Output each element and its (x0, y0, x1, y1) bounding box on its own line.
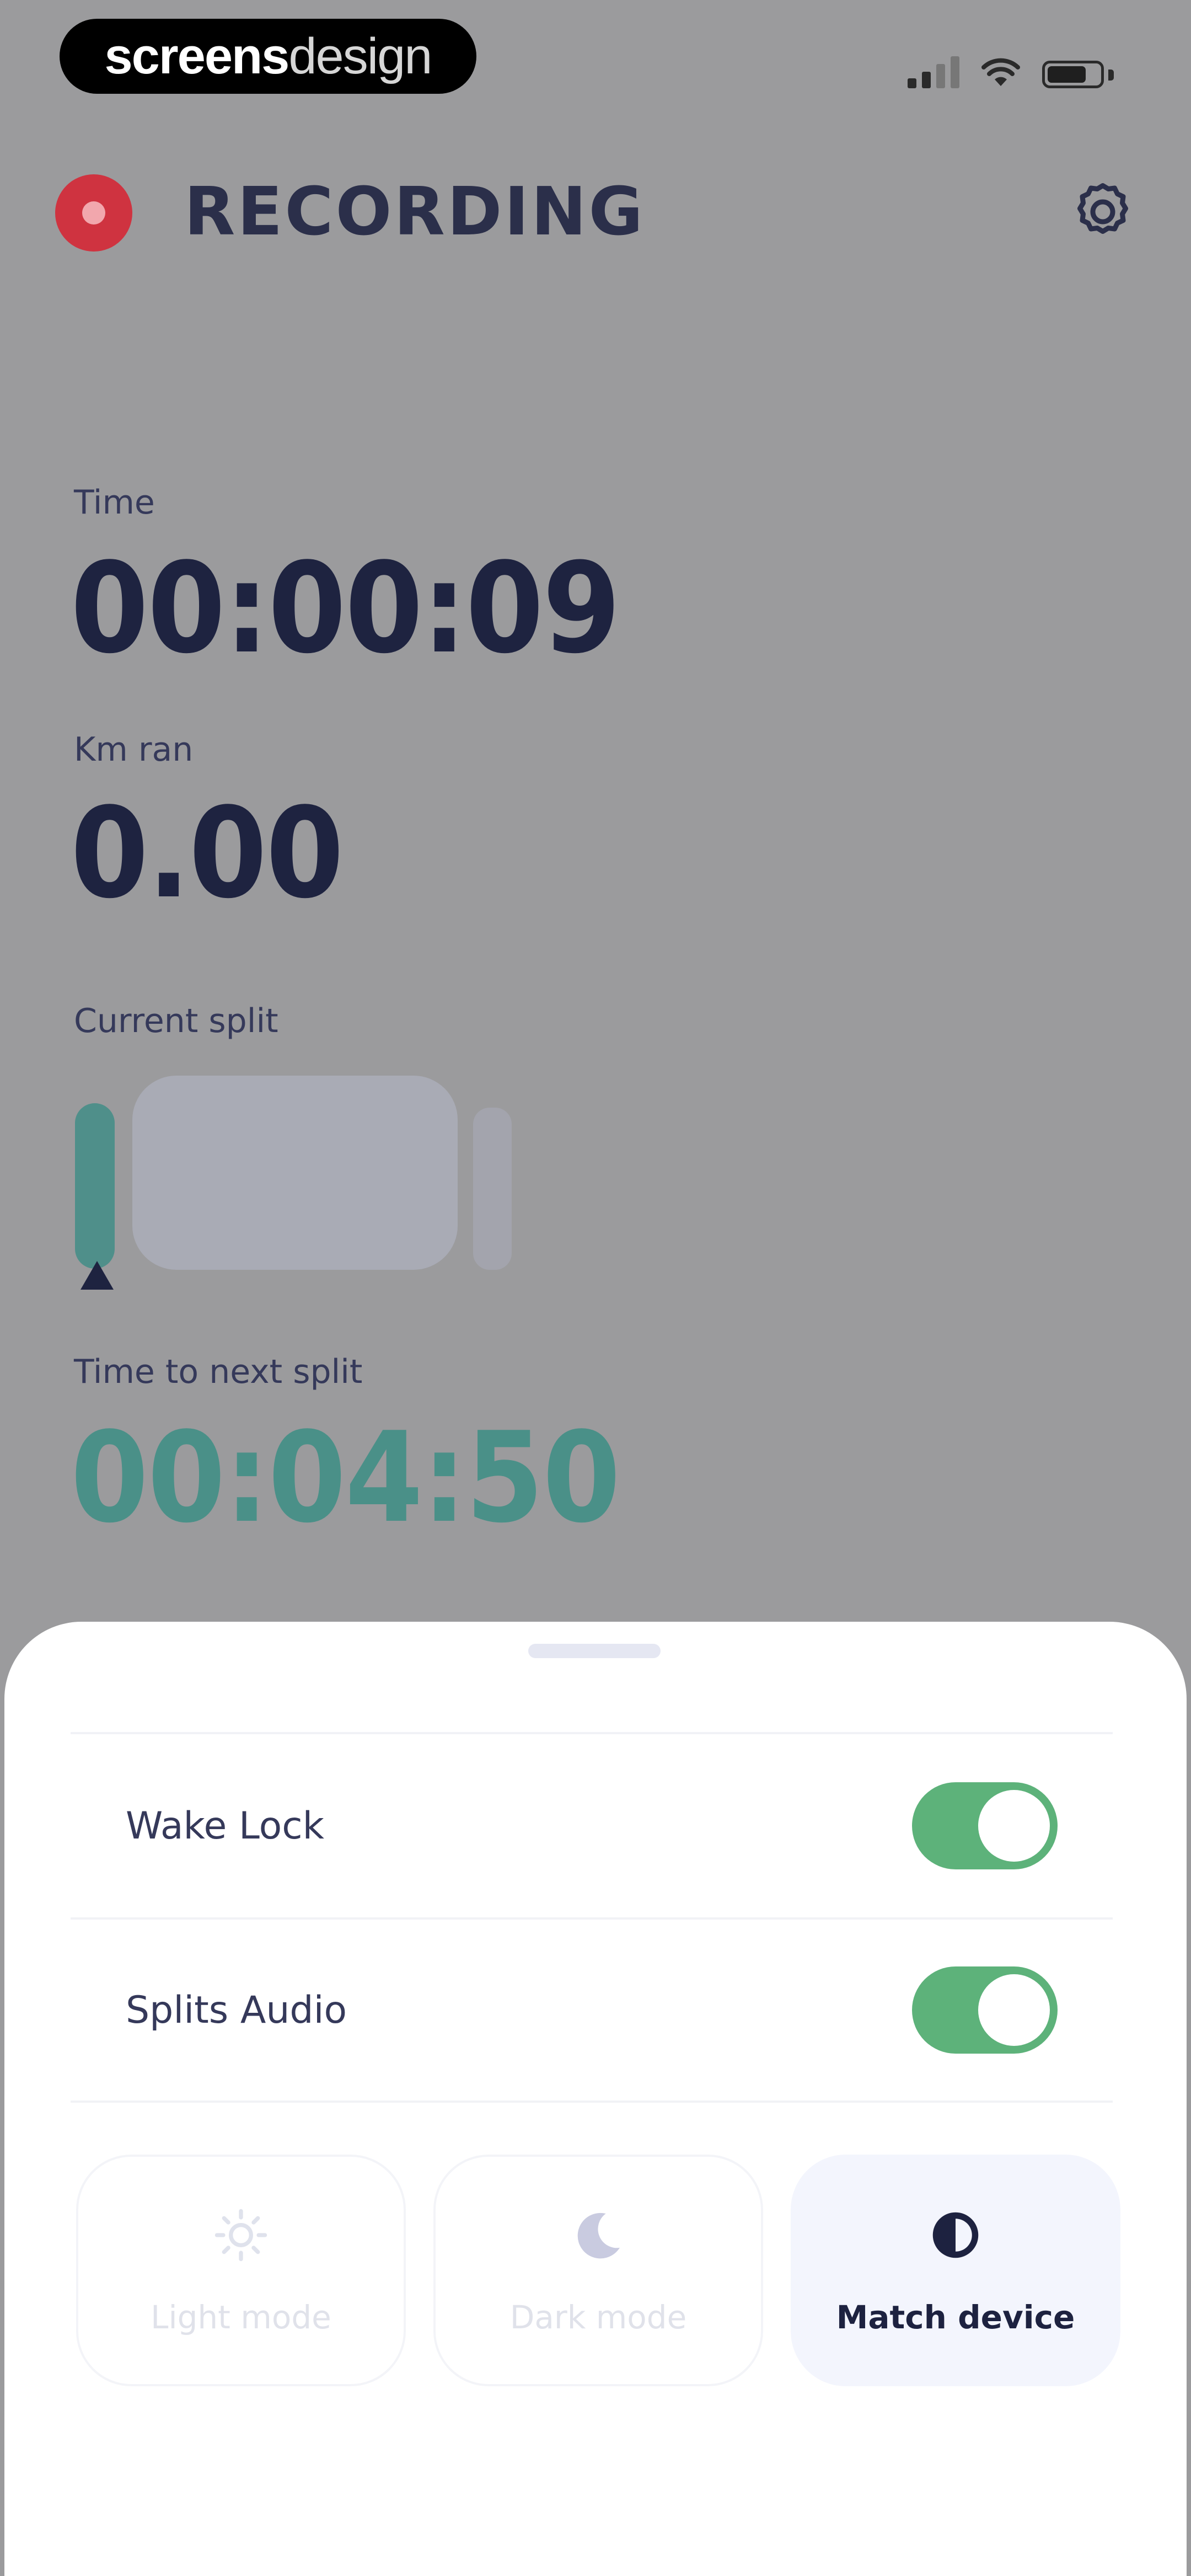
time-value: 00:00:09 (71, 536, 620, 681)
battery-icon (1042, 57, 1114, 88)
match-device-button[interactable]: Match device (791, 2155, 1120, 2386)
sun-icon (214, 2209, 267, 2262)
watermark-text-light: design (288, 28, 432, 84)
page-title: RECORDING (184, 174, 646, 250)
signal-icon (908, 55, 959, 88)
distance-label: Km ran (74, 730, 194, 769)
record-icon (55, 174, 132, 252)
gear-icon[interactable] (1070, 179, 1136, 245)
watermark-text-bold: screens (104, 28, 290, 84)
split-card (132, 1076, 458, 1270)
next-split-value: 00:04:50 (71, 1405, 620, 1551)
light-mode-label: Light mode (151, 2299, 331, 2336)
splits-audio-toggle[interactable] (912, 1966, 1058, 2054)
split-progress-bar (75, 1103, 115, 1269)
current-split-label: Current split (74, 1002, 278, 1040)
split-marker-icon (81, 1261, 114, 1290)
split-next-bar (473, 1108, 512, 1270)
dark-mode-label: Dark mode (509, 2299, 687, 2336)
sheet-drag-handle[interactable] (528, 1644, 661, 1658)
wifi-icon (981, 58, 1020, 86)
wake-lock-toggle[interactable] (912, 1782, 1058, 1869)
time-label: Time (74, 483, 155, 522)
status-icons (908, 50, 1114, 88)
wake-lock-label: Wake Lock (126, 1804, 325, 1848)
theme-mode-selector: Light mode Dark mode Match device (76, 2155, 1120, 2386)
splits-audio-label: Splits Audio (126, 1988, 347, 2032)
match-device-label: Match device (836, 2299, 1075, 2336)
recording-screen: screens design RECORDING Time 00:00:09 Km… (0, 0, 1191, 2576)
next-split-label: Time to next split (74, 1353, 363, 1391)
settings-list: Wake Lock Splits Audio (71, 1732, 1113, 2103)
half-circle-icon (932, 2212, 979, 2258)
dark-mode-button[interactable]: Dark mode (433, 2155, 763, 2386)
moon-icon (577, 2212, 620, 2259)
watermark-logo: screens design (60, 19, 476, 94)
splits-audio-row: Splits Audio (71, 1917, 1113, 2103)
wake-lock-row: Wake Lock (71, 1732, 1113, 1917)
light-mode-button[interactable]: Light mode (76, 2155, 406, 2386)
distance-value: 0.00 (71, 781, 344, 926)
